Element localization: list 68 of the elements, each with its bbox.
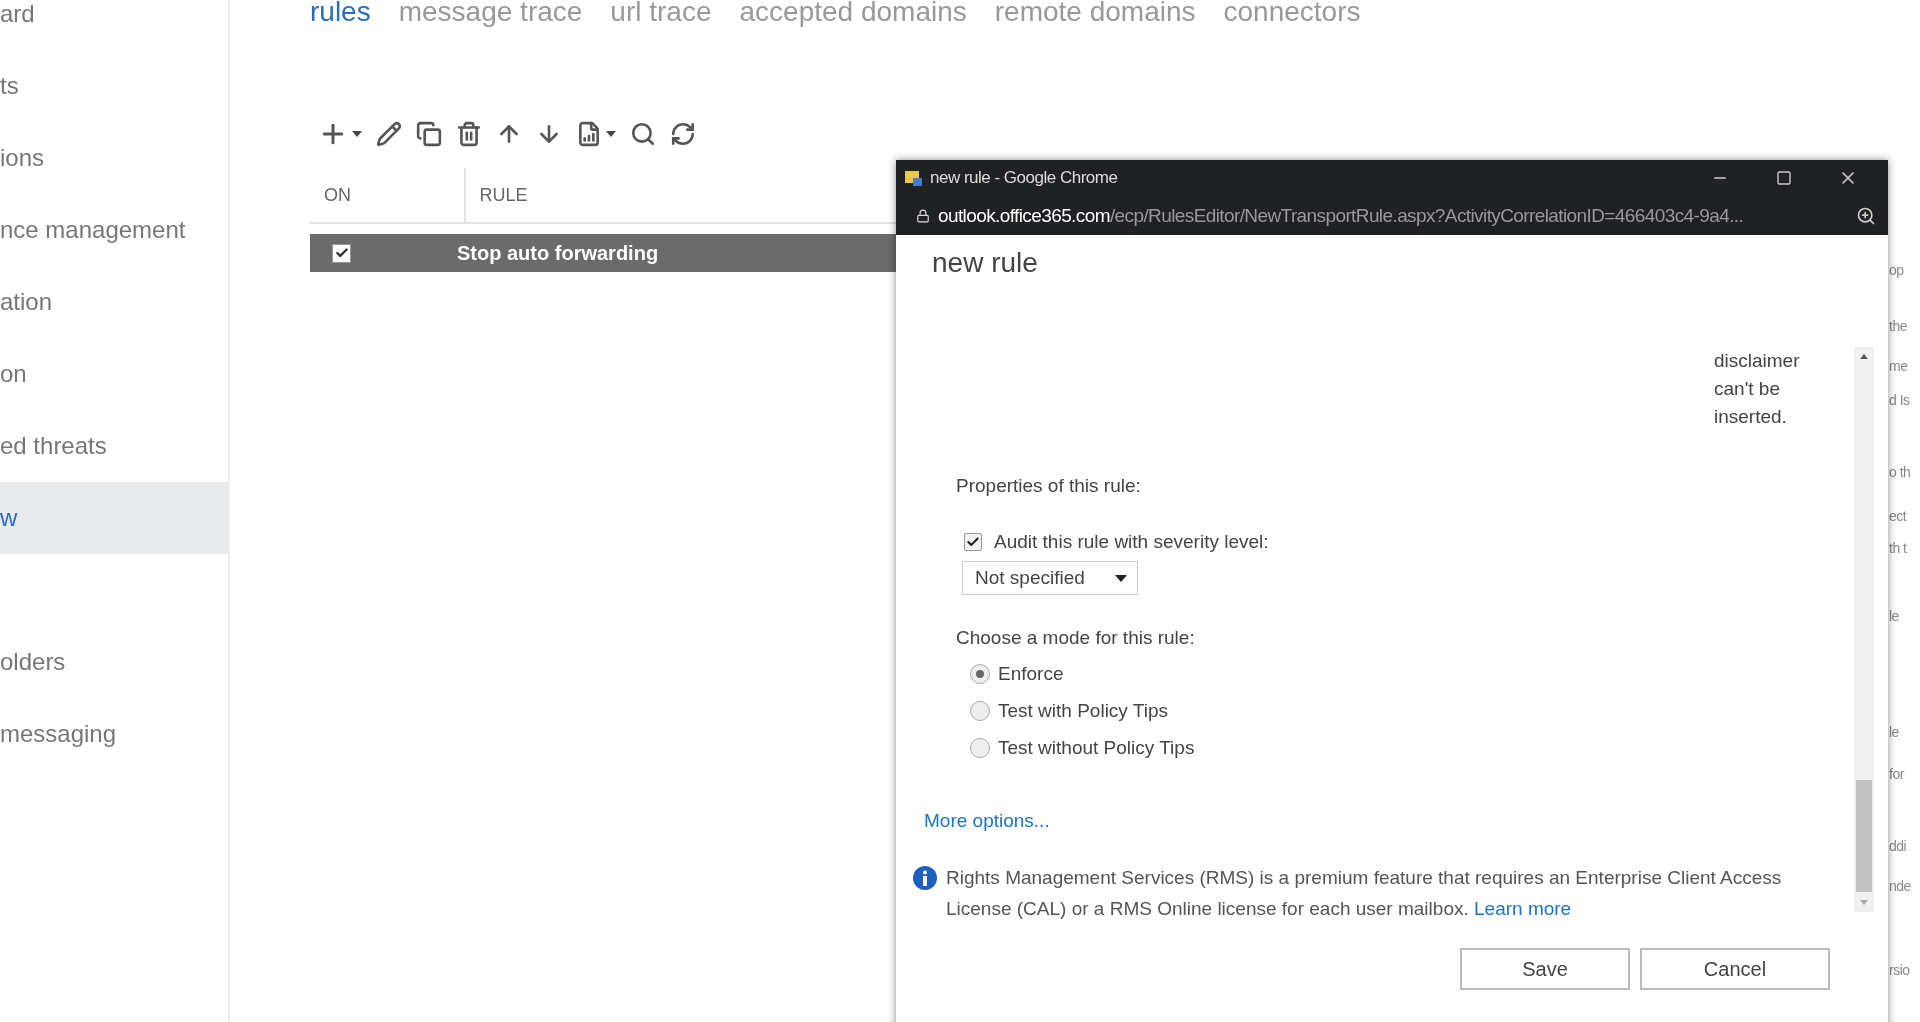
column-header[interactable]: ON: [310, 168, 466, 222]
cancel-button[interactable]: Cancel: [1640, 948, 1830, 990]
url-text: outlook.office365.com/ecp/RulesEditor/NewTransportRule.aspx?ActivityCorrelationID=466403c4-9a4...: [938, 204, 1745, 227]
sidebar-item[interactable]: on: [0, 338, 228, 410]
background-text: for: [1889, 766, 1904, 782]
tab[interactable]: remote domains: [994, 0, 1196, 32]
radio-button[interactable]: [970, 663, 990, 684]
background-text: le: [1889, 724, 1899, 740]
check-icon: [966, 535, 980, 549]
sidebar-item[interactable]: w: [0, 482, 228, 554]
sidebar-item[interactable]: nce management: [0, 194, 228, 266]
section-label: Choose a mode for this rule:: [956, 627, 1196, 649]
caret-icon[interactable]: [352, 131, 362, 137]
radio-button[interactable]: [970, 700, 990, 721]
checkbox[interactable]: [332, 243, 351, 263]
sidebar-item[interactable]: ation: [0, 266, 228, 338]
page-icon: [904, 169, 924, 188]
background-text: o th: [1889, 464, 1911, 480]
caret-icon[interactable]: [606, 131, 616, 137]
refresh-icon[interactable]: [670, 121, 696, 147]
background-text: ect: [1889, 508, 1907, 524]
more-options-link[interactable]: More options...: [924, 810, 1050, 831]
search-icon[interactable]: [630, 121, 656, 147]
tab[interactable]: rules: [310, 0, 371, 32]
tab[interactable]: message trace: [398, 0, 583, 32]
background-text: op: [1889, 262, 1904, 278]
delete-icon[interactable]: [456, 121, 482, 147]
radio-button[interactable]: [970, 737, 990, 758]
info-icon: [912, 865, 938, 891]
info-text: Rights Management Services (RMS) is a premium feature that requires an Enterprise Client Access License (CAL) or a RMS Online license for each user mailbox. Learn more: [946, 866, 1783, 921]
background-text: th t: [1889, 540, 1907, 556]
background-text: rsio: [1889, 962, 1910, 978]
save-button[interactable]: Save: [1460, 948, 1630, 990]
checkbox-label: Audit this rule with severity level:: [994, 531, 1269, 553]
lock-icon: [916, 208, 930, 223]
sidebar-item[interactable]: ts: [0, 50, 228, 122]
window-title: new rule - Google Chrome: [930, 168, 1119, 189]
learn-more-link[interactable]: Learn more: [1474, 898, 1572, 919]
caret-icon: [1115, 574, 1127, 582]
checkbox[interactable]: [964, 533, 982, 551]
sidebar-item[interactable]: messaging: [0, 698, 228, 770]
background-text: the: [1889, 318, 1907, 334]
note-text: disclaimer can't be inserted.: [1714, 349, 1801, 429]
background-text: le: [1889, 608, 1899, 624]
pencil-icon[interactable]: [376, 121, 402, 147]
check-icon: [334, 246, 349, 260]
sidebar-item[interactable]: ed threats: [0, 410, 228, 482]
radio-label: Enforce: [998, 662, 1064, 685]
copy-icon[interactable]: [416, 121, 442, 147]
scroll-thumb[interactable]: [1856, 780, 1872, 892]
background-text: d Is: [1889, 392, 1910, 408]
background-text: nde: [1889, 878, 1911, 894]
background-text: me: [1889, 358, 1908, 374]
sidebar-item[interactable]: ard: [0, 0, 228, 50]
sidebar-item[interactable]: olders: [0, 626, 228, 698]
background-text: ddi: [1889, 838, 1907, 854]
scrollbar[interactable]: [1854, 347, 1874, 912]
tab[interactable]: url trace: [610, 0, 712, 32]
radio-label: Test with Policy Tips: [998, 699, 1168, 722]
tab[interactable]: accepted domains: [739, 0, 967, 32]
radio-label: Test without Policy Tips: [998, 736, 1195, 759]
tab[interactable]: connectors: [1223, 0, 1361, 32]
severity-dropdown[interactable]: Not specified: [962, 561, 1138, 595]
zoom-icon[interactable]: [1856, 205, 1876, 226]
report-icon[interactable]: [576, 121, 602, 147]
rule-name: Stop auto forwarding: [457, 241, 659, 265]
sidebar-item[interactable]: ions: [0, 122, 228, 194]
section-label: Properties of this rule:: [956, 475, 1142, 497]
